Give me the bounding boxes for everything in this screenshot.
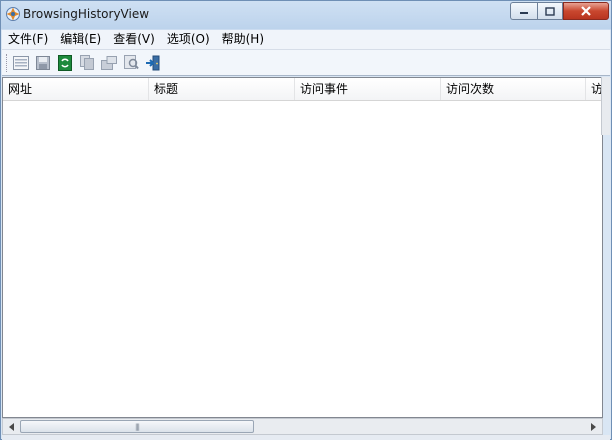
scroll-thumb[interactable]: ||| (20, 420, 254, 433)
maximize-button[interactable] (537, 2, 563, 20)
exit-icon (146, 55, 160, 70)
app-logo-icon (6, 7, 20, 21)
close-icon (581, 6, 591, 16)
triangle-left-icon (8, 422, 14, 431)
column-url[interactable]: 网址 (3, 78, 149, 100)
maximize-icon (545, 6, 555, 16)
minimize-icon (520, 12, 528, 14)
exit-button[interactable] (144, 54, 162, 72)
column-header: 网址 标题 访问事件 访问次数 访问 (3, 78, 602, 101)
window-title: BrowsingHistoryView (23, 7, 150, 21)
app-window: BrowsingHistoryView 文件(F) 编辑(E) 查看(V) 选项… (0, 0, 612, 440)
scroll-left-button[interactable] (3, 419, 20, 434)
copy-button[interactable] (78, 54, 96, 72)
minimize-button[interactable] (510, 2, 537, 20)
status-bar (2, 435, 610, 440)
find-button[interactable] (122, 54, 140, 72)
horizontal-scrollbar[interactable]: ||| (2, 418, 603, 435)
vertical-scrollbar[interactable] (601, 77, 610, 135)
menu-options[interactable]: 选项(O) (161, 30, 216, 49)
caption-buttons (510, 2, 609, 21)
properties-button[interactable] (100, 54, 118, 72)
menu-help[interactable]: 帮助(H) (216, 30, 270, 49)
title-bar[interactable]: BrowsingHistoryView (1, 1, 611, 29)
html-report-button[interactable] (12, 54, 30, 72)
toolbar-grip[interactable] (6, 53, 9, 72)
toolbar (2, 50, 610, 76)
properties-icon (101, 55, 117, 70)
close-button[interactable] (563, 2, 609, 20)
menu-file[interactable]: 文件(F) (2, 30, 54, 49)
html-report-icon (13, 55, 29, 70)
menu-edit[interactable]: 编辑(E) (54, 30, 107, 49)
save-icon (36, 55, 50, 70)
column-visit-count[interactable]: 访问次数 (441, 78, 586, 100)
refresh-icon (58, 54, 72, 71)
save-button[interactable] (34, 54, 52, 72)
triangle-right-icon (590, 422, 596, 431)
find-icon (123, 55, 139, 70)
refresh-button[interactable] (56, 54, 74, 72)
copy-icon (80, 55, 94, 70)
scroll-right-button[interactable] (585, 419, 602, 434)
column-title[interactable]: 标题 (149, 78, 295, 100)
menu-view[interactable]: 查看(V) (107, 30, 161, 49)
menu-bar: 文件(F) 编辑(E) 查看(V) 选项(O) 帮助(H) (2, 30, 610, 50)
history-list-view[interactable]: 网址 标题 访问事件 访问次数 访问 (2, 77, 603, 418)
column-visit-time[interactable]: 访问事件 (295, 78, 441, 100)
